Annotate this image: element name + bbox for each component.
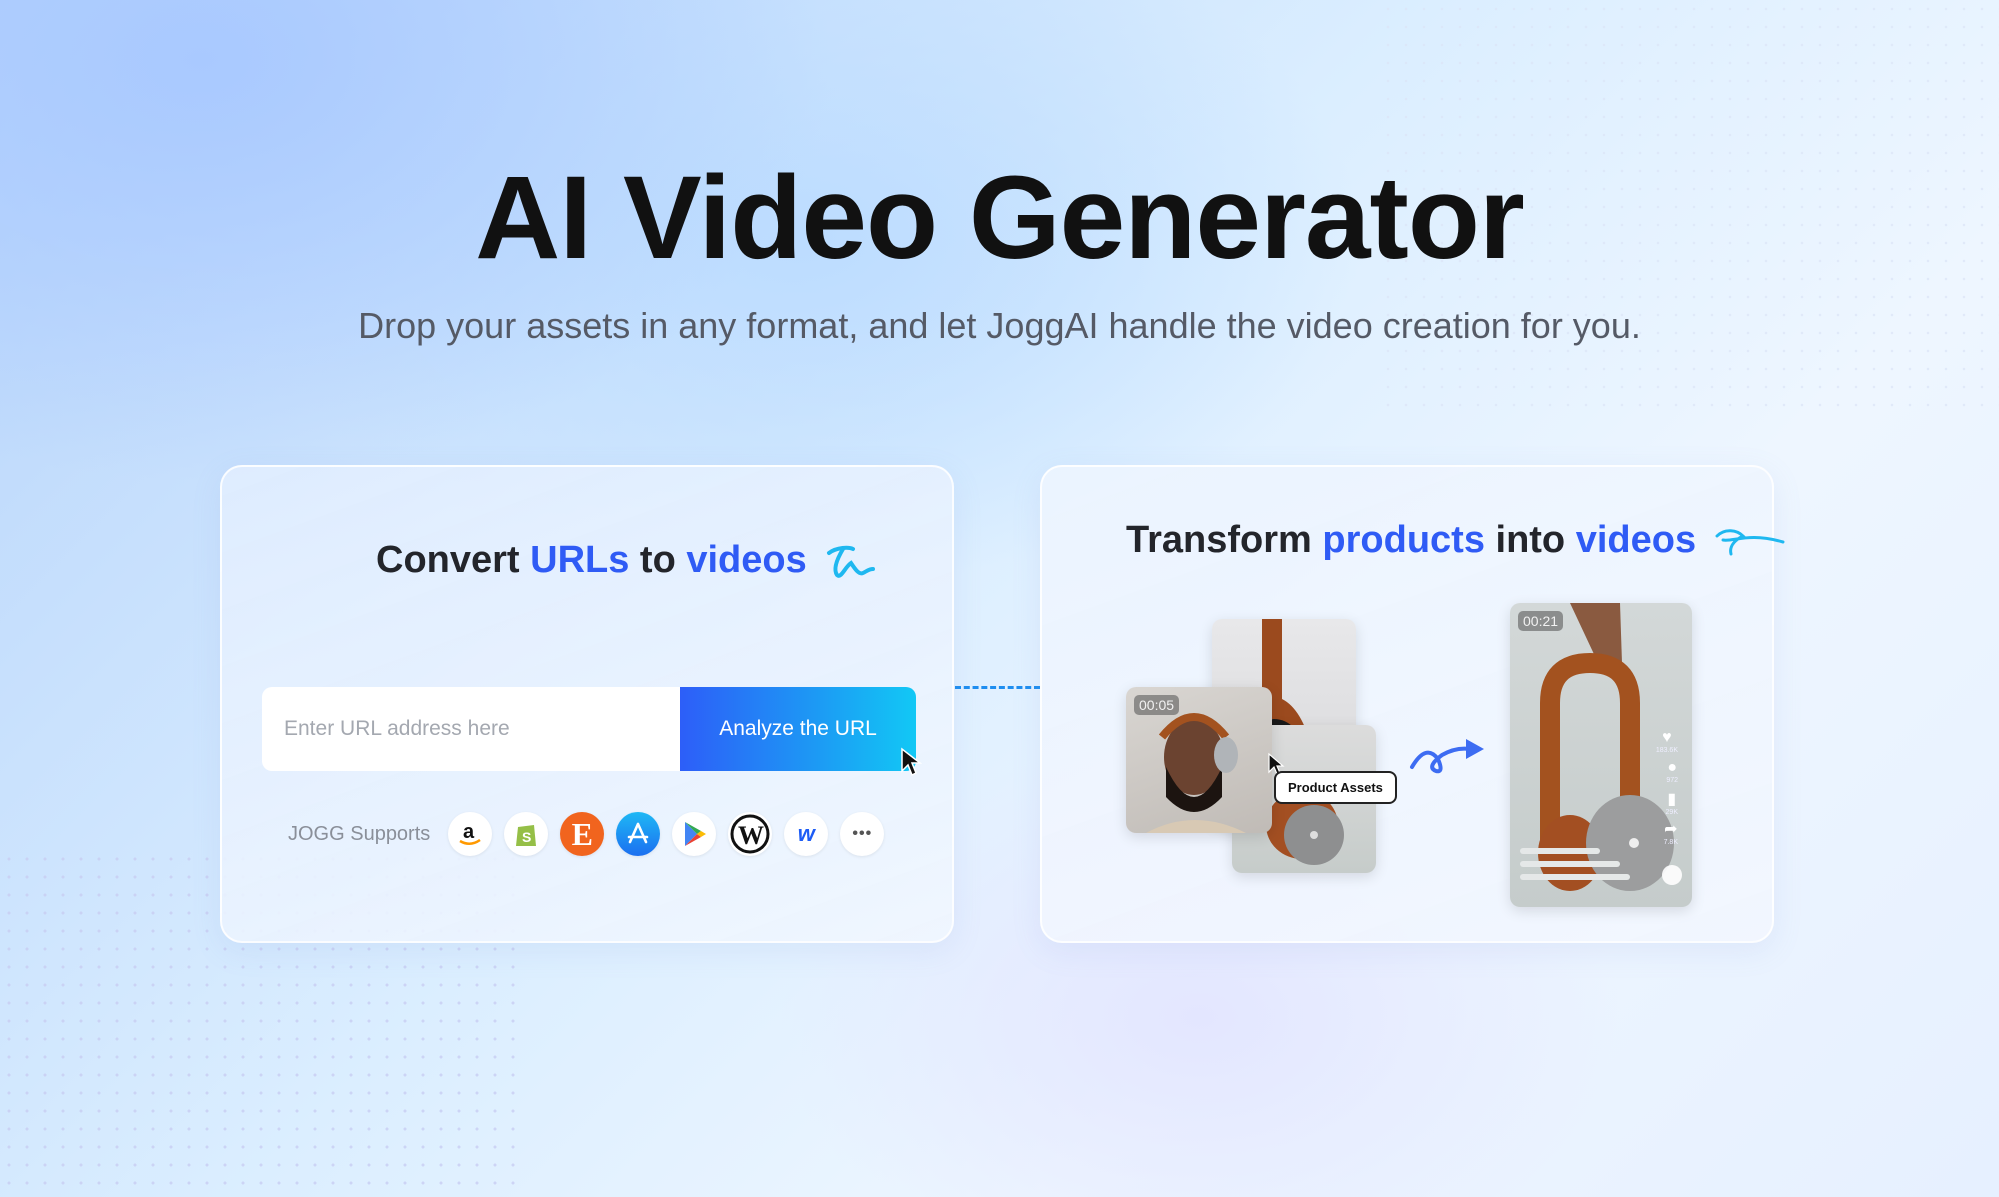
product-to-video-card: Transform products into videos 00:05 Pro…	[1040, 465, 1785, 943]
share-count: 7.8K	[1663, 839, 1678, 846]
comment-count: 972	[1666, 777, 1678, 784]
generated-video-preview[interactable]: 00:21 ♥ 183.6K ● 972 ▮ 29K ➦ 7.8K	[1510, 603, 1692, 907]
google-play-icon[interactable]	[672, 812, 717, 856]
product-assets-tooltip: Product Assets	[1274, 771, 1397, 804]
mouse-cursor-icon	[901, 747, 922, 777]
comment-icon: ●	[1667, 759, 1677, 776]
like-count: 183.6K	[1655, 747, 1678, 754]
amazon-icon[interactable]: a	[448, 812, 493, 856]
title-text: into	[1484, 519, 1576, 561]
svg-text:W: W	[738, 821, 764, 850]
title-highlight: videos	[1575, 519, 1697, 561]
svg-text:S: S	[522, 829, 531, 845]
model-image: 00:05	[1126, 687, 1272, 833]
app-store-icon[interactable]	[616, 812, 661, 856]
page-subtitle: Drop your assets in any format, and let …	[358, 305, 1641, 346]
title-text: to	[629, 539, 687, 581]
shopify-icon[interactable]: S	[504, 812, 549, 856]
title-highlight: URLs	[530, 539, 630, 581]
analyze-url-button[interactable]: Analyze the URL	[680, 687, 916, 771]
title-text: Convert	[376, 539, 531, 581]
share-stat[interactable]: ➦ 7.8K	[1664, 819, 1678, 846]
like-stat[interactable]: ♥ 183.6K	[1656, 729, 1678, 754]
page-title: AI Video Generator	[475, 152, 1525, 284]
asset-timecode: 00:05	[1134, 695, 1180, 715]
share-icon: ➦	[1664, 821, 1678, 838]
product-card-title: Transform products into videos	[1126, 519, 1785, 562]
comment-stat[interactable]: ● 972	[1666, 759, 1678, 784]
url-form: Analyze the URL	[262, 687, 916, 771]
save-stat[interactable]: ▮ 29K	[1666, 789, 1678, 816]
title-text: Transform	[1126, 519, 1323, 561]
transform-arrow-icon	[1410, 739, 1484, 774]
bookmark-icon: ▮	[1667, 791, 1677, 808]
supports-label: JOGG Supports	[288, 822, 431, 845]
swirl-decoration-icon	[827, 545, 876, 578]
save-count: 29K	[1665, 809, 1678, 816]
wordpress-icon[interactable]: W	[728, 812, 773, 856]
url-card-title: Convert URLs to videos	[376, 539, 877, 582]
more-icon[interactable]: •••	[840, 812, 885, 856]
title-highlight: products	[1322, 519, 1485, 561]
url-input[interactable]	[262, 687, 680, 771]
svg-text:a: a	[463, 821, 475, 843]
webflow-icon[interactable]: w	[784, 812, 829, 856]
url-to-video-card: Convert URLs to videos Analyze the URL J…	[220, 465, 954, 943]
video-timecode: 00:21	[1518, 611, 1564, 631]
supported-platforms: JOGG Supports a S E W w •••	[288, 812, 896, 856]
swirl-decoration-icon	[1715, 529, 1785, 556]
dashed-connector	[955, 686, 1040, 689]
heart-icon: ♥	[1662, 729, 1672, 746]
etsy-icon[interactable]: E	[560, 812, 605, 856]
title-highlight: videos	[686, 539, 807, 581]
